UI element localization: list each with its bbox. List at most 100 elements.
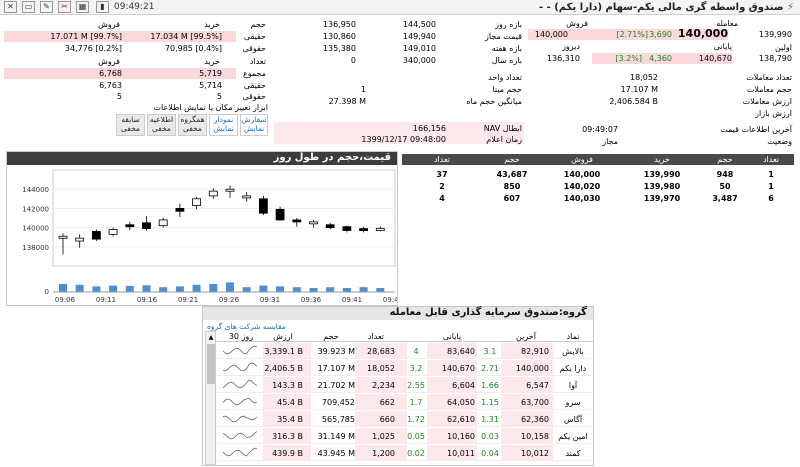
orderbook-cell: 1	[768, 182, 774, 191]
group-cell: 21.702 M	[317, 381, 355, 390]
sell-count: 5	[116, 92, 122, 101]
orderbook-cell: 140,000	[563, 170, 601, 179]
lightning-icon: ⚡	[786, 2, 794, 13]
sparkline	[223, 447, 257, 457]
group-cell: 0.05	[407, 432, 425, 441]
orders-toggle[interactable]: سفارش نمایش	[240, 114, 268, 136]
volume-bar	[75, 284, 84, 292]
grp-header-value: ارزش	[273, 332, 293, 341]
volume-bar	[276, 286, 285, 292]
prev-price: 138,790	[758, 54, 792, 63]
trade-value: 2,406.584 B	[609, 97, 658, 106]
year-low: 0	[350, 56, 356, 65]
edit-icon[interactable]: ✎	[40, 1, 53, 13]
group-toggle[interactable]: همگروه مخفی	[178, 114, 207, 136]
group-cell: آگاس	[563, 415, 583, 424]
volume-bar	[159, 287, 168, 292]
group-cell: 17.107 M	[317, 364, 355, 373]
trade-pct: [2.71%]	[616, 30, 648, 39]
group-cell: 83,640	[447, 347, 475, 356]
group-cell: 10,011	[447, 449, 475, 458]
grp-header-30days: 30 روز	[228, 332, 254, 341]
year-high: 340,000	[402, 56, 436, 65]
legal-buy: 70,985 [0.4%]	[164, 44, 222, 53]
group-cell: 0.02	[407, 449, 425, 458]
group-cell: 0.04	[481, 449, 499, 458]
scrollbar[interactable]: ▲	[205, 331, 216, 465]
group-cell: 1.66	[481, 381, 499, 390]
grp-header-volume: حجم	[323, 332, 339, 341]
day-low: 136,950	[322, 20, 356, 29]
trade-count: 18,052	[630, 73, 658, 82]
group-cell: 31.149 M	[317, 432, 355, 441]
week-low: 135,380	[322, 44, 356, 53]
group-cell: 1.72	[407, 415, 425, 424]
candle-body	[309, 221, 318, 225]
buy-count: 5	[216, 92, 222, 101]
best-sell: 140,000	[534, 30, 568, 39]
tools-icon[interactable]: ✂	[58, 1, 71, 13]
trade-status: مجاز	[602, 137, 618, 146]
sparkline	[223, 397, 257, 406]
group-cell: 43.945 M	[317, 449, 355, 458]
volume-bar	[125, 285, 134, 292]
nav-time: 1399/12/17 09:48:00	[361, 135, 446, 144]
group-title: گروه:صندوق سرمایه گذاری قابل معامله	[203, 307, 593, 320]
group-cell: 439.9 B	[272, 449, 303, 458]
group-cell: بالایش	[562, 347, 584, 356]
last-change: 4,360	[649, 54, 672, 63]
grp-header-last: آخرین	[516, 332, 536, 341]
group-cell: 6,547	[526, 381, 549, 390]
group-cell: 565,785	[321, 415, 355, 424]
volume-tick-label: 0	[45, 288, 49, 296]
group-cell: 62,360	[521, 415, 549, 424]
y-tick-label: 144000	[22, 186, 49, 194]
group-cell: 709,452	[321, 398, 355, 407]
notices-toggle[interactable]: اطلاعیه مخفی	[147, 114, 176, 136]
history-toggle[interactable]: سابقه مخفی	[116, 114, 145, 136]
yesterday-close: 136,310	[546, 54, 580, 63]
volume-bar	[342, 288, 351, 292]
ob-header-svol: حجم	[504, 155, 520, 164]
symbol-title: صندوق واسطه گری مالی یکم-سهام (دارا یکم)…	[538, 2, 784, 13]
x-tick-label: 09:26	[219, 296, 240, 304]
group-cell: 140,670	[441, 364, 475, 373]
group-cell: 143.3 B	[272, 381, 303, 390]
allowed-high: 149,940	[402, 32, 436, 41]
price-info: فروش معامله 140,000 [2.71%] 3,690 140,00…	[528, 17, 798, 147]
real-buy-count: 5,719	[199, 69, 222, 78]
chart-icon[interactable]: ▮	[96, 1, 109, 13]
group-cell: 6,604	[452, 381, 475, 390]
sparkline	[223, 345, 257, 355]
candle-body	[108, 229, 118, 235]
group-cell: 10,012	[521, 449, 549, 458]
orderbook-cell: 4	[439, 194, 445, 203]
group-cell: 2.71	[481, 364, 499, 373]
candle-body	[92, 231, 101, 240]
group-cell: 660	[379, 415, 395, 424]
orderbook-cell: 139,970	[643, 194, 681, 203]
close-icon[interactable]: ✕	[4, 1, 17, 13]
chart-title: قیمت،حجم در طول روز	[7, 152, 397, 165]
group-cell: 4	[413, 347, 419, 356]
page-icon[interactable]: ▭	[22, 1, 35, 13]
grp-header-count: تعداد	[367, 332, 385, 341]
candle-body	[142, 222, 151, 229]
volume-bar	[376, 288, 385, 292]
sparkline	[223, 379, 258, 389]
orderbook-cell: 140,020	[563, 182, 601, 191]
legal-sell: 34,776 [0.2%]	[64, 44, 122, 53]
group-cell: 45.4 B	[277, 398, 303, 407]
group-cell: 1.15	[481, 398, 499, 407]
volume-bar	[359, 287, 368, 292]
candle-body	[158, 219, 168, 227]
chart-toggle[interactable]: نمودار نمایش	[209, 114, 238, 136]
legal-sell-count: 6,763	[99, 81, 122, 90]
group-cell: آوا	[568, 381, 578, 390]
orderbook-cell: 948	[716, 170, 734, 179]
candlestick-chart[interactable]: 144000 142000 140000 138000 0 09:06 09:11 09:16…	[7, 166, 397, 306]
candle-body	[359, 228, 369, 231]
group-cell: 3,339.1 B	[264, 347, 303, 356]
grid-icon[interactable]: ▦	[76, 1, 89, 13]
x-tick-label: 09:16	[137, 296, 158, 304]
